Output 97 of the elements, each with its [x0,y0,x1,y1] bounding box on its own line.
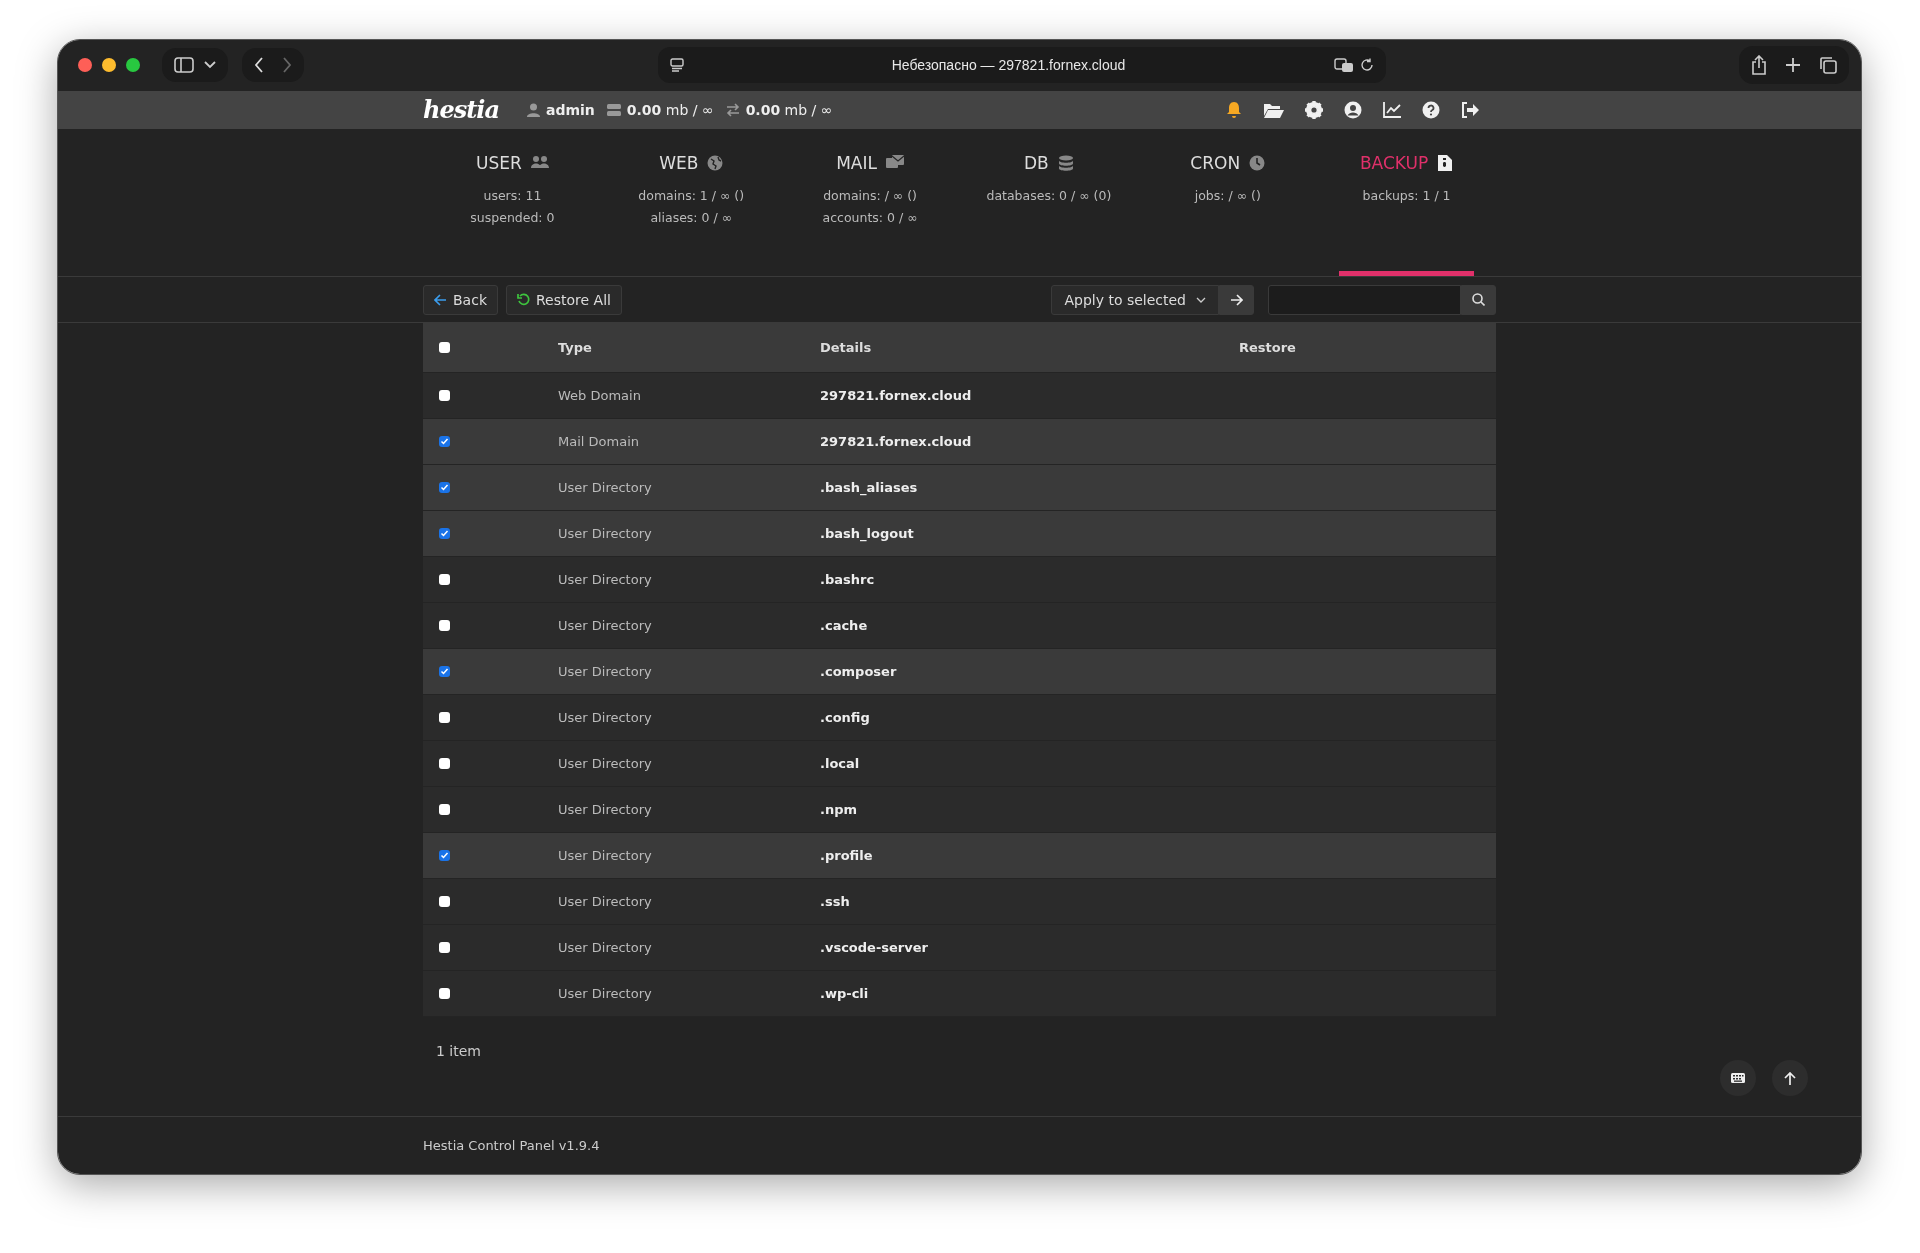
type-cell-text: User Directory [558,526,653,542]
checkbox[interactable] [439,942,450,954]
stat-tab[interactable]: DB databases: 0 / ∞ (0) [981,129,1117,277]
keyboard-shortcuts-button[interactable] [1720,1060,1756,1097]
type-cell-text: User Directory [558,756,653,772]
details-cell-text: .ssh [820,894,851,910]
item-count: 1 item [435,1042,481,1060]
search-field[interactable] [1268,284,1461,315]
arrow-up-icon [1784,1071,1796,1085]
scroll-to-top-button[interactable] [1772,1060,1808,1097]
stat-tab[interactable]: BACKUP backups: 1 / 1 [1339,129,1474,277]
checkbox[interactable] [439,712,450,724]
checkbox[interactable] [439,342,450,354]
details-cell-text: .wp-cli [820,986,870,1002]
help-icon[interactable] [1422,100,1440,119]
type-cell-text: User Directory [558,802,653,818]
arrow-left-icon [434,293,447,306]
type-cell-text: Web Domain [558,388,642,404]
bell-icon[interactable] [1226,100,1242,119]
type-cell-text: Mail Domain [558,434,640,450]
details-cell-text: 297821.fornex.cloud [820,434,973,450]
details-cell-text: .bashrc [820,572,876,588]
checkbox[interactable] [439,436,450,448]
column-header: Details [820,340,873,356]
file-icon [1437,155,1454,172]
column-header: Restore [1239,340,1297,356]
checkbox[interactable] [439,666,450,678]
disk-icon [606,103,621,116]
page-menu-icon[interactable] [669,58,684,73]
settings-icon[interactable] [1305,100,1323,119]
logo[interactable]: hestia [423,95,499,125]
checkbox[interactable] [439,574,450,586]
type-cell-text: User Directory [558,894,653,910]
details-cell-text: .composer [820,664,898,680]
chevron-down-icon[interactable] [204,61,216,70]
details-cell-text: .npm [820,802,859,818]
keyboard-icon [1731,1073,1745,1084]
type-cell-text: User Directory [558,572,653,588]
close-window-button[interactable] [78,58,92,73]
checkbox[interactable] [439,390,450,402]
type-cell-text: User Directory [558,986,653,1002]
reload-icon[interactable] [1359,58,1374,73]
details-cell-text: .bash_aliases [820,480,919,496]
folder-icon[interactable] [1263,101,1284,118]
details-cell-text: .cache [820,618,869,634]
checkbox[interactable] [439,528,450,540]
version-label: Hestia Control Panel v1.9.4 [423,1138,600,1154]
details-cell-text: 297821.fornex.cloud [820,388,973,404]
stat-tab[interactable]: MAIL domains: / ∞ () accounts: 0 / ∞ [802,129,938,277]
logout-icon[interactable] [1461,101,1479,118]
tabs-overview-icon[interactable] [1819,56,1837,75]
type-cell-text: User Directory [558,710,653,726]
user-icon [527,102,540,117]
username: admin [546,101,595,118]
stat-tab[interactable]: USER users: 11 suspended: 0 [445,129,580,277]
checkbox[interactable] [439,758,450,770]
type-cell-text: User Directory [558,480,653,496]
database-icon [1057,155,1074,172]
bulk-action-dropdown[interactable]: Apply to selected [1051,284,1219,315]
search-icon [1472,293,1485,307]
back-button[interactable]: Back [423,284,498,315]
checkbox[interactable] [439,804,450,816]
checkbox[interactable] [439,620,450,632]
transfer-icon [725,102,740,117]
globe-icon [707,155,724,172]
sidebar-icon[interactable] [174,57,194,74]
bandwidth-usage: 0.00 mb / ∞ [745,101,833,118]
chevron-down-icon [1196,296,1206,303]
share-icon[interactable] [1751,55,1767,76]
arrow-right-icon [1230,293,1243,306]
chart-icon[interactable] [1383,101,1401,118]
checkbox[interactable] [439,988,450,1000]
disk-usage: 0.00 mb / ∞ [626,101,714,118]
clock-icon [1249,155,1266,172]
details-cell-text: .config [820,710,871,726]
details-cell-text: .vscode-server [820,940,929,956]
checkbox[interactable] [439,482,450,494]
type-cell-text: User Directory [558,618,653,634]
type-cell-text: User Directory [558,940,653,956]
account-icon[interactable] [1344,100,1362,119]
column-header: Type [558,340,593,356]
stat-tab[interactable]: CRON jobs: / ∞ () [1160,129,1296,277]
details-cell-text: .bash_logout [820,526,915,542]
checkbox[interactable] [439,850,450,862]
type-cell-text: User Directory [558,664,653,680]
restore-all-button[interactable]: Restore All [506,284,622,315]
maximize-window-button[interactable] [126,58,140,73]
details-cell-text: .local [820,756,861,772]
checkbox[interactable] [439,896,450,908]
undo-icon [517,293,530,307]
minimize-window-button[interactable] [102,58,116,73]
type-cell-text: User Directory [558,848,653,864]
stat-tab[interactable]: WEB domains: 1 / ∞ () aliases: 0 / ∞ [623,129,759,277]
search-button[interactable] [1461,284,1496,315]
new-tab-icon[interactable] [1785,57,1801,74]
apply-button[interactable] [1219,284,1254,315]
details-cell-text: .profile [820,848,874,864]
